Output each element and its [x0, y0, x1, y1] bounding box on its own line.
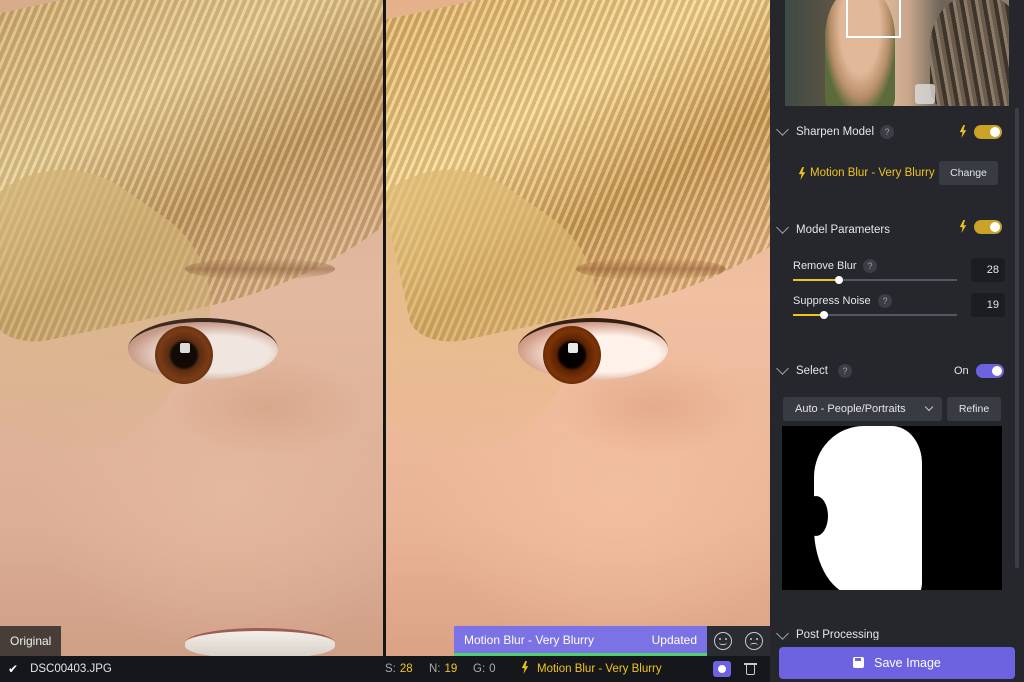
stat-grain-label: G: [473, 663, 486, 675]
stat-sharpen-value: 28 [399, 663, 413, 675]
stat-grain-value: 0 [489, 663, 496, 675]
help-icon[interactable]: ? [880, 125, 894, 139]
bolt-icon [798, 167, 806, 180]
view-toggle-button[interactable] [713, 661, 731, 677]
help-icon[interactable]: ? [878, 294, 892, 308]
model-status-state: Updated [651, 633, 697, 647]
subject-dropdown[interactable]: Auto - People/Portraits [783, 397, 942, 421]
check-icon[interactable]: ✔ [8, 662, 18, 676]
model-parameters-header[interactable]: Model Parameters [770, 220, 1010, 240]
status-model-name: Motion Blur - Very Blurry [537, 663, 662, 675]
smile-icon[interactable] [713, 632, 732, 650]
feedback-buttons [707, 626, 770, 656]
select-title: Select [796, 365, 828, 377]
select-toggle[interactable] [976, 364, 1004, 378]
remove-blur-slider[interactable] [793, 276, 957, 284]
thumbnail-cat [930, 0, 1009, 106]
original-label: Original [0, 626, 62, 656]
stat-noise-value: 19 [444, 663, 458, 675]
preview-image-pane[interactable] [386, 0, 770, 656]
stat-sharpen-label: S: [385, 663, 396, 675]
change-model-button[interactable]: Change [939, 161, 998, 185]
sharpen-toggle[interactable] [974, 125, 1002, 139]
stat-sharpen: S: 28 [385, 656, 413, 682]
model-parameters-title: Model Parameters [796, 224, 890, 236]
select-header[interactable]: Select ? [770, 361, 1010, 381]
chevron-down-icon[interactable] [776, 221, 789, 234]
selection-mask-preview[interactable] [782, 426, 1002, 590]
save-image-label: Save Image [874, 656, 941, 670]
eyebrow [576, 258, 726, 280]
original-image-pane[interactable]: Original [0, 0, 383, 656]
trash-icon[interactable] [742, 661, 760, 677]
navigator-viewport-frame[interactable] [846, 0, 901, 38]
bolt-icon [959, 220, 967, 233]
thumbnail-badge [915, 84, 935, 104]
chevron-down-icon[interactable] [776, 362, 789, 375]
eyebrow [185, 258, 335, 280]
bolt-icon [959, 125, 967, 138]
suppress-noise-slider[interactable] [793, 311, 957, 319]
eye-reflection [568, 343, 578, 353]
slider-handle[interactable] [820, 311, 829, 319]
teeth [185, 628, 335, 656]
parameters-toggle[interactable] [974, 220, 1002, 234]
remove-blur-label: Remove Blur [793, 260, 857, 272]
chevron-down-icon[interactable] [776, 123, 789, 136]
help-icon[interactable]: ? [863, 259, 877, 273]
subject-dropdown-value: Auto - People/Portraits [795, 403, 906, 415]
refine-button[interactable]: Refine [947, 397, 1001, 421]
mask-face-edge [804, 496, 828, 536]
iris [543, 326, 601, 384]
model-status-bar: Motion Blur - Very Blurry Updated [454, 626, 707, 656]
mask-shoulder [882, 526, 917, 590]
iris [155, 326, 213, 384]
settings-panel: Sharpen Model ? Motion Blur - Very Blurr… [770, 0, 1024, 682]
navigator-thumbnail[interactable] [785, 0, 1009, 106]
save-icon [853, 657, 865, 668]
status-model: Motion Blur - Very Blurry [521, 656, 662, 682]
save-area: Save Image [770, 640, 1024, 682]
sharpen-model-title: Sharpen Model [796, 126, 874, 138]
image-viewer[interactable]: Original Motion Blur - Very Blurry Updat… [0, 0, 770, 656]
stat-grain: G: 0 [473, 656, 496, 682]
frown-icon[interactable] [745, 632, 764, 650]
sharpen-model-header[interactable]: Sharpen Model ? [770, 122, 1010, 142]
model-status-name: Motion Blur - Very Blurry [464, 633, 595, 647]
suppress-noise-input[interactable]: 19 [971, 293, 1005, 317]
panel-scrollbar[interactable] [1015, 108, 1019, 568]
selected-model-name: Motion Blur - Very Blurry [810, 167, 935, 179]
bolt-icon [521, 661, 529, 674]
file-name: DSC00403.JPG [30, 663, 112, 675]
stat-noise: N: 19 [429, 656, 457, 682]
chevron-down-icon [924, 402, 934, 412]
stat-noise-label: N: [429, 663, 441, 675]
remove-blur-input[interactable]: 28 [971, 258, 1005, 282]
eye-reflection [180, 343, 190, 353]
suppress-noise-label: Suppress Noise [793, 295, 871, 307]
chevron-down-icon[interactable] [776, 627, 789, 640]
select-state-label: On [954, 365, 969, 377]
status-bar: ✔ DSC00403.JPG S: 28 N: 19 G: 0 Motion Blur… [0, 656, 770, 682]
slider-handle[interactable] [834, 276, 843, 284]
help-icon[interactable]: ? [838, 364, 852, 378]
save-image-button[interactable]: Save Image [779, 647, 1015, 679]
